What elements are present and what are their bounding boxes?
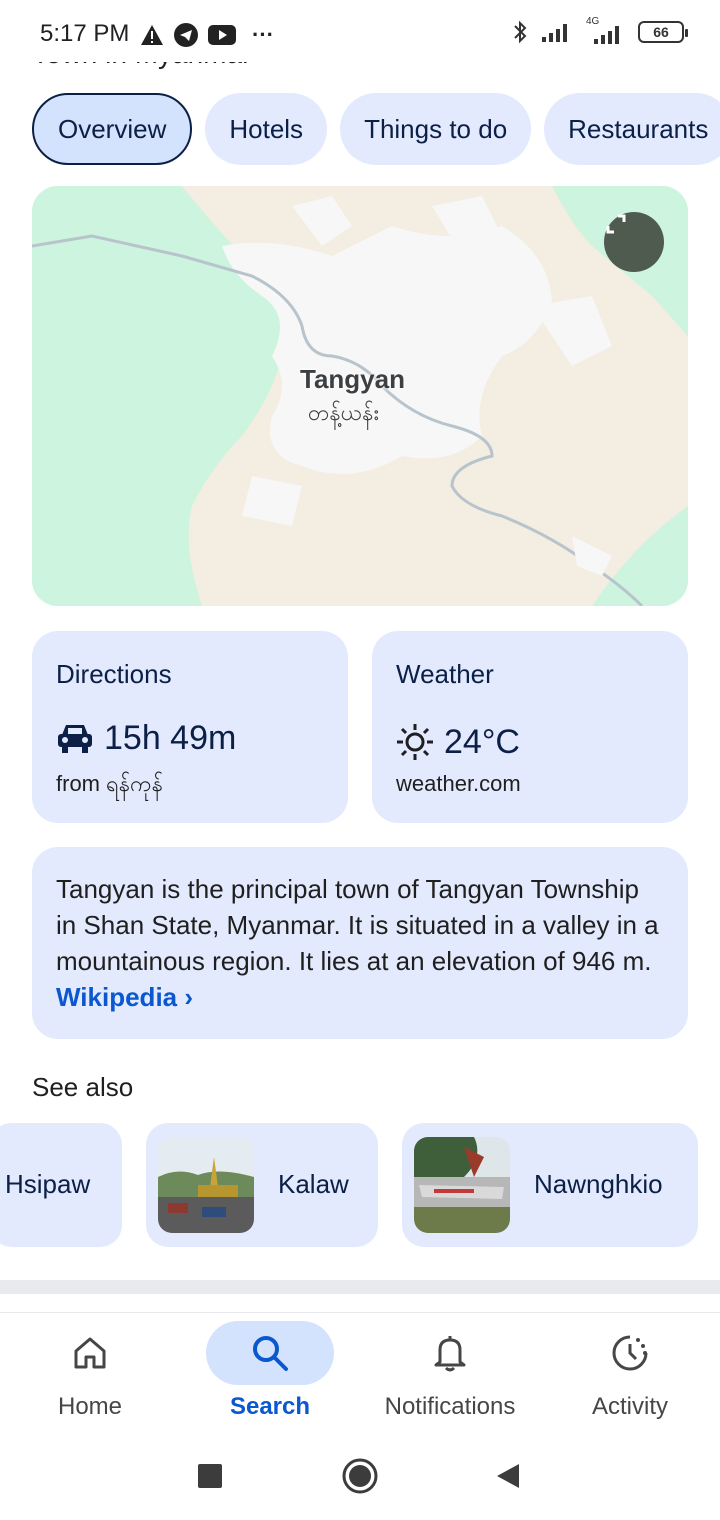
activity-icon bbox=[598, 1321, 662, 1385]
map-place-label-local: တန့်ယန်း bbox=[308, 400, 380, 425]
signal-4g-icon bbox=[594, 26, 619, 44]
chevron-right-icon: › bbox=[184, 982, 194, 1012]
related-item-kalaw[interactable]: Kalaw bbox=[146, 1123, 378, 1247]
signal-4g-indicator: 4G bbox=[586, 16, 624, 44]
back-button[interactable] bbox=[488, 1456, 528, 1496]
tab-bar: Overview Hotels Things to do Restaurants bbox=[32, 93, 720, 165]
expand-map-button[interactable] bbox=[604, 212, 664, 272]
directions-card[interactable]: Directions 15h 49m from ရန်ကုန် bbox=[32, 631, 348, 823]
weather-card[interactable]: Weather 24°C weather.com bbox=[372, 631, 688, 823]
more-notifications-icon: ··· bbox=[252, 22, 274, 47]
kalaw-thumbnail bbox=[158, 1137, 254, 1233]
status-notification-icons: ··· bbox=[140, 22, 274, 48]
related-item-nawnghkio[interactable]: Nawnghkio bbox=[402, 1123, 698, 1247]
related-item-label: Hsipaw bbox=[5, 1169, 91, 1199]
description-text: Tangyan is the principal town of Tangyan… bbox=[56, 874, 659, 976]
status-system-icons: 4G 66 bbox=[512, 16, 688, 44]
related-item-label: Kalaw bbox=[278, 1169, 349, 1199]
nav-notifications[interactable]: Notifications bbox=[360, 1313, 540, 1425]
wikipedia-link[interactable]: Wikipedia › bbox=[56, 982, 193, 1012]
home-system-button[interactable] bbox=[340, 1456, 380, 1496]
car-icon bbox=[58, 725, 92, 753]
map-terrain bbox=[32, 186, 688, 606]
youtube-icon bbox=[208, 25, 236, 45]
home-icon bbox=[58, 1321, 122, 1385]
related-item-hsipaw[interactable]: Hsipaw bbox=[0, 1123, 122, 1247]
status-time: 5:17 PM bbox=[40, 20, 130, 47]
map-place-label: Tangyan bbox=[300, 364, 405, 394]
nav-home-label: Home bbox=[57, 1393, 123, 1420]
see-also-title: See also bbox=[32, 1072, 134, 1102]
map-preview[interactable]: Tangyan တန့်ယန်း bbox=[32, 186, 688, 606]
search-icon bbox=[238, 1321, 302, 1385]
nav-activity-label: Activity bbox=[591, 1393, 668, 1420]
telegram-icon bbox=[174, 23, 198, 47]
directions-duration: 15h 49m bbox=[104, 719, 237, 757]
directions-title: Directions bbox=[56, 659, 172, 689]
system-navigation-bar bbox=[0, 1424, 720, 1520]
expand-icon bbox=[606, 214, 626, 234]
weather-temperature: 24°C bbox=[444, 723, 520, 761]
recents-button[interactable] bbox=[190, 1456, 230, 1496]
nav-search[interactable]: Search bbox=[180, 1313, 360, 1425]
weather-source: weather.com bbox=[396, 771, 521, 796]
bluetooth-icon bbox=[514, 20, 527, 44]
signal-icon bbox=[542, 24, 567, 42]
warning-icon bbox=[141, 25, 163, 45]
bell-icon bbox=[418, 1321, 482, 1385]
wikipedia-link-label: Wikipedia bbox=[56, 982, 178, 1012]
status-bar: 5:17 PM ··· 4G 66 bbox=[0, 0, 720, 62]
related-item-label: Nawnghkio bbox=[534, 1169, 663, 1199]
tab-hotels[interactable]: Hotels bbox=[205, 93, 328, 165]
weather-title: Weather bbox=[396, 659, 494, 689]
square-icon bbox=[198, 1464, 222, 1488]
directions-origin: from ရန်ကုန် bbox=[56, 771, 164, 796]
circle-icon bbox=[342, 1458, 378, 1494]
section-divider bbox=[0, 1280, 720, 1294]
nav-notifications-label: Notifications bbox=[384, 1393, 516, 1420]
sun-icon bbox=[397, 724, 433, 760]
tab-things-to-do[interactable]: Things to do bbox=[340, 93, 532, 165]
tab-overview[interactable]: Overview bbox=[32, 93, 193, 165]
tab-restaurants[interactable]: Restaurants bbox=[544, 93, 720, 165]
nawnghkio-thumbnail bbox=[414, 1137, 510, 1233]
back-triangle-icon bbox=[497, 1464, 519, 1488]
nav-home[interactable]: Home bbox=[0, 1313, 180, 1425]
description-card: Tangyan is the principal town of Tangyan… bbox=[32, 847, 688, 1039]
bottom-navigation: Home Search Notifications Activity bbox=[0, 1312, 720, 1424]
nav-activity[interactable]: Activity bbox=[540, 1313, 720, 1425]
battery-indicator: 66 bbox=[638, 21, 688, 43]
nav-search-label: Search bbox=[229, 1393, 311, 1420]
